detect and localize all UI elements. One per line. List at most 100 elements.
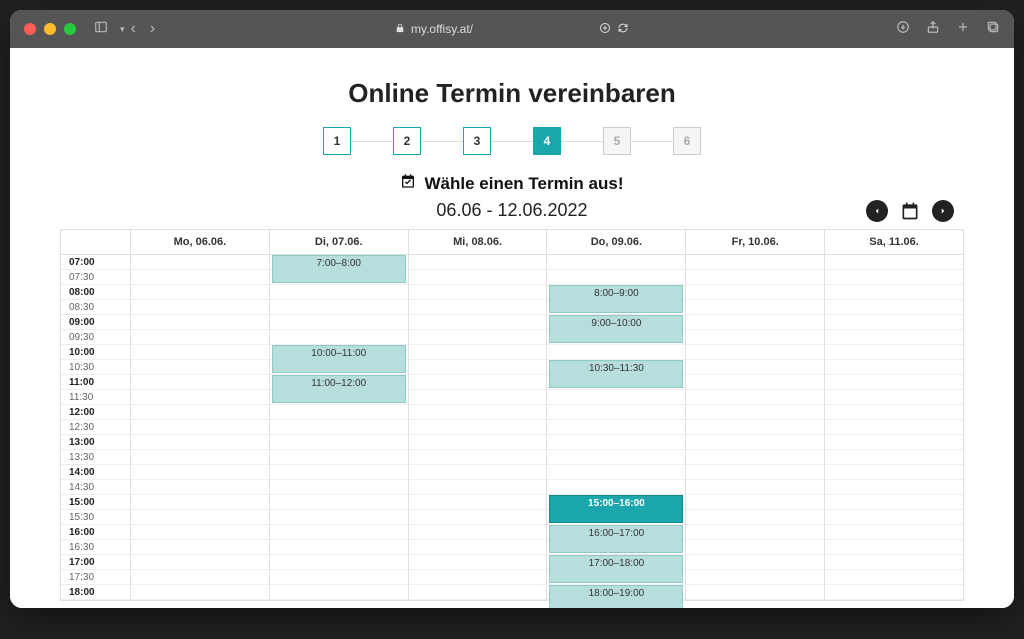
slot-cell[interactable] <box>131 405 269 420</box>
slot-cell[interactable] <box>547 480 685 495</box>
slot-cell[interactable] <box>825 330 963 345</box>
slot-cell[interactable] <box>825 435 963 450</box>
slot-cell[interactable] <box>686 300 824 315</box>
share-icon[interactable] <box>926 20 940 39</box>
slot-cell[interactable] <box>686 525 824 540</box>
slot-cell[interactable] <box>409 405 547 420</box>
slot-cell[interactable] <box>409 255 547 270</box>
calendar-picker-button[interactable] <box>900 201 920 221</box>
slot-cell[interactable] <box>825 555 963 570</box>
slot-cell[interactable] <box>409 480 547 495</box>
maximize-window-button[interactable] <box>64 23 76 35</box>
slot-cell[interactable] <box>409 585 547 600</box>
slot-cell[interactable] <box>131 540 269 555</box>
slot-cell[interactable] <box>686 480 824 495</box>
slot-cell[interactable] <box>686 360 824 375</box>
slot-cell[interactable] <box>131 285 269 300</box>
slot-cell[interactable] <box>686 510 824 525</box>
slot-cell[interactable] <box>825 375 963 390</box>
slot-cell[interactable] <box>686 315 824 330</box>
slot-cell[interactable] <box>686 375 824 390</box>
step-4[interactable]: 4 <box>533 127 561 155</box>
slot-cell[interactable] <box>409 435 547 450</box>
slot-cell[interactable] <box>409 450 547 465</box>
slot-cell[interactable] <box>409 345 547 360</box>
back-button[interactable]: ‹ <box>131 20 136 38</box>
slot-cell[interactable] <box>825 285 963 300</box>
slot-cell[interactable] <box>270 540 408 555</box>
slot-cell[interactable] <box>686 270 824 285</box>
reader-icon[interactable] <box>599 22 611 37</box>
appointment-slot[interactable]: 17:00–18:00 <box>549 555 683 583</box>
slot-cell[interactable] <box>825 570 963 585</box>
slot-cell[interactable] <box>131 570 269 585</box>
slot-cell[interactable] <box>270 285 408 300</box>
slot-cell[interactable] <box>131 255 269 270</box>
slot-cell[interactable] <box>686 390 824 405</box>
slot-cell[interactable] <box>547 270 685 285</box>
slot-cell[interactable] <box>409 540 547 555</box>
slot-cell[interactable] <box>547 405 685 420</box>
slot-cell[interactable] <box>131 525 269 540</box>
step-1[interactable]: 1 <box>323 127 351 155</box>
slot-cell[interactable] <box>270 435 408 450</box>
slot-cell[interactable] <box>686 435 824 450</box>
slot-cell[interactable] <box>686 420 824 435</box>
sidebar-toggle-icon[interactable] <box>94 20 108 39</box>
slot-cell[interactable] <box>131 270 269 285</box>
slot-cell[interactable] <box>131 510 269 525</box>
slot-cell[interactable] <box>825 405 963 420</box>
slot-cell[interactable] <box>270 315 408 330</box>
slot-cell[interactable] <box>686 255 824 270</box>
tabs-icon[interactable] <box>986 20 1000 39</box>
slot-cell[interactable] <box>686 345 824 360</box>
slot-cell[interactable] <box>409 495 547 510</box>
slot-cell[interactable] <box>270 585 408 600</box>
slot-cell[interactable] <box>825 540 963 555</box>
slot-cell[interactable] <box>409 300 547 315</box>
slot-cell[interactable] <box>825 255 963 270</box>
appointment-slot[interactable]: 10:30–11:30 <box>549 360 683 388</box>
slot-cell[interactable] <box>409 465 547 480</box>
forward-button[interactable]: › <box>150 20 155 38</box>
slot-cell[interactable] <box>825 390 963 405</box>
slot-cell[interactable] <box>270 465 408 480</box>
slot-cell[interactable] <box>131 330 269 345</box>
slot-cell[interactable] <box>270 450 408 465</box>
appointment-slot[interactable]: 11:00–12:00 <box>272 375 406 403</box>
slot-cell[interactable] <box>131 450 269 465</box>
slot-cell[interactable] <box>131 375 269 390</box>
close-window-button[interactable] <box>24 23 36 35</box>
slot-cell[interactable] <box>686 465 824 480</box>
slot-cell[interactable] <box>825 495 963 510</box>
slot-cell[interactable] <box>270 300 408 315</box>
slot-cell[interactable] <box>131 300 269 315</box>
slot-cell[interactable] <box>409 270 547 285</box>
slot-cell[interactable] <box>825 480 963 495</box>
slot-cell[interactable] <box>825 270 963 285</box>
slot-cell[interactable] <box>131 360 269 375</box>
slot-cell[interactable] <box>825 450 963 465</box>
slot-cell[interactable] <box>270 570 408 585</box>
slot-cell[interactable] <box>686 540 824 555</box>
slot-cell[interactable] <box>547 465 685 480</box>
slot-cell[interactable] <box>131 435 269 450</box>
slot-cell[interactable] <box>270 420 408 435</box>
slot-cell[interactable] <box>270 405 408 420</box>
slot-cell[interactable] <box>409 420 547 435</box>
slot-cell[interactable] <box>686 330 824 345</box>
chevron-down-icon[interactable]: ▾ <box>120 24 125 35</box>
appointment-slot[interactable]: 9:00–10:00 <box>549 315 683 343</box>
slot-cell[interactable] <box>270 480 408 495</box>
slot-cell[interactable] <box>409 555 547 570</box>
slot-cell[interactable] <box>686 450 824 465</box>
slot-cell[interactable] <box>825 420 963 435</box>
new-tab-icon[interactable] <box>956 20 970 39</box>
slot-cell[interactable] <box>686 570 824 585</box>
step-3[interactable]: 3 <box>463 127 491 155</box>
url-bar[interactable]: my.offisy.at/ <box>395 22 629 37</box>
appointment-slot[interactable]: 10:00–11:00 <box>272 345 406 373</box>
slot-cell[interactable] <box>686 495 824 510</box>
slot-cell[interactable] <box>131 420 269 435</box>
appointment-slot[interactable]: 15:00–16:00 <box>549 495 683 523</box>
